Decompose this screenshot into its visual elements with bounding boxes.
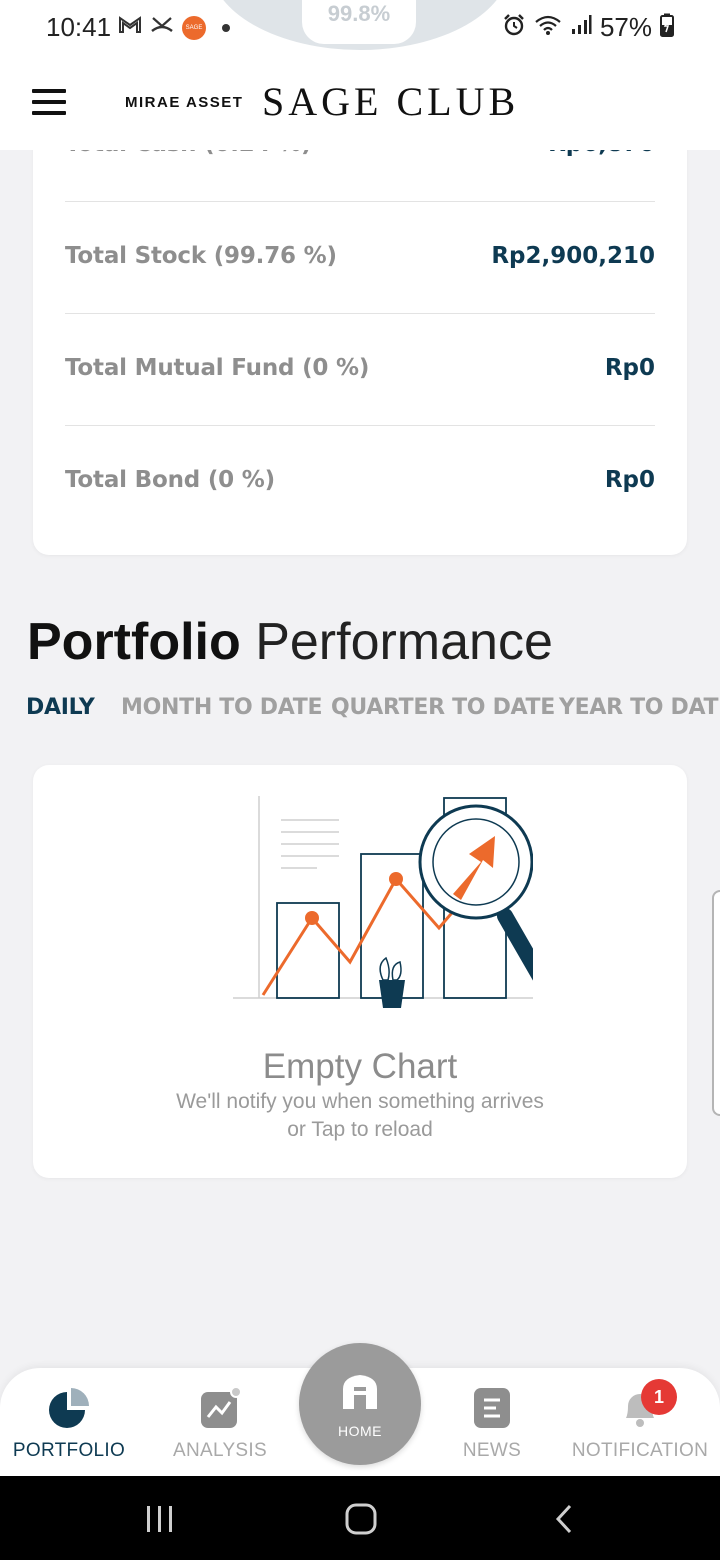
brand-subtitle: MIRAE ASSET	[125, 94, 244, 111]
empty-chart-card[interactable]: Empty Chart We'll notify you when someth…	[33, 765, 687, 1178]
system-home-button[interactable]	[310, 1476, 410, 1560]
status-notification-icons: SAGE	[118, 14, 230, 41]
system-home-icon	[345, 1503, 377, 1535]
back-icon	[555, 1504, 572, 1534]
pie-chart-icon	[47, 1386, 91, 1435]
status-system-icons: 57%	[502, 12, 674, 43]
hamburger-icon[interactable]	[32, 89, 66, 115]
system-navigation-bar	[0, 1476, 720, 1560]
nav-news[interactable]: NEWS	[440, 1368, 544, 1476]
trend-chart-icon	[198, 1386, 242, 1435]
nav-label: NEWS	[462, 1440, 522, 1461]
nav-analysis[interactable]: ANALYSIS	[160, 1368, 280, 1476]
back-button[interactable]	[513, 1476, 613, 1560]
empty-chart-illustration	[233, 796, 533, 1008]
totals-card: Total Cash (0.24 %) Rp6,870 Total Stock …	[33, 100, 687, 555]
period-tabs: DAILY MONTH TO DATE QUARTER TO DATE YEAR…	[26, 695, 720, 731]
gmail-icon	[118, 15, 142, 40]
total-row-bond: Total Bond (0 %) Rp0	[65, 426, 655, 538]
total-row-mutual-fund: Total Mutual Fund (0 %) Rp0	[65, 314, 655, 426]
nav-label: PORTFOLIO	[12, 1440, 126, 1461]
section-title-bold: Portfolio	[27, 613, 241, 671]
empty-chart-message: We'll notify you when something arrives	[176, 1090, 544, 1113]
total-value: Rp0	[604, 355, 655, 381]
total-value: Rp2,900,210	[491, 243, 655, 269]
wifi-icon	[534, 14, 562, 41]
reload-hint[interactable]: or Tap to reload	[33, 1118, 687, 1142]
missed-call-icon	[150, 14, 174, 41]
home-icon	[339, 1371, 381, 1418]
total-label: Total Stock (99.76 %)	[65, 243, 337, 269]
section-title-light: Performance	[255, 613, 553, 671]
recent-apps-button[interactable]	[110, 1476, 210, 1560]
home-button[interactable]: HOME	[299, 1343, 421, 1465]
sage-app-icon: SAGE	[182, 15, 206, 40]
status-overlay-text: 99.8%	[302, 0, 416, 44]
brand-logo: SAGE CLUB	[262, 79, 520, 124]
more-notifications-dot	[222, 23, 230, 32]
news-icon	[472, 1386, 512, 1435]
nav-label: NOTIFICATION	[571, 1440, 709, 1461]
nav-label: ANALYSIS	[173, 1440, 267, 1461]
total-row-stock: Total Stock (99.76 %) Rp2,900,210	[65, 202, 655, 314]
total-value: Rp0	[604, 467, 655, 493]
nav-portfolio[interactable]: PORTFOLIO	[0, 1368, 138, 1476]
status-time: 10:41	[46, 12, 112, 42]
section-title: Portfolio Performance	[27, 612, 553, 672]
tab-year-to-date[interactable]: YEAR TO DAT	[559, 695, 719, 720]
battery-percent: 57%	[599, 12, 652, 42]
recent-apps-icon	[147, 1506, 172, 1532]
notification-badge: 1	[641, 1379, 677, 1415]
alarm-icon	[502, 13, 526, 42]
signal-icon	[570, 14, 592, 41]
empty-chart-title: Empty Chart	[262, 1047, 458, 1086]
total-label: Total Bond (0 %)	[65, 467, 275, 493]
home-label: HOME	[338, 1423, 382, 1439]
tab-daily[interactable]: DAILY	[26, 695, 95, 720]
battery-icon	[660, 13, 674, 42]
tab-month-to-date[interactable]: MONTH TO DATE	[121, 695, 322, 720]
status-bar: 99.8% 10:41 SAGE 57%	[0, 0, 720, 56]
total-label: Total Mutual Fund (0 %)	[65, 355, 370, 381]
app-header: MIRAE ASSET SAGE CLUB	[0, 56, 720, 150]
tab-quarter-to-date[interactable]: QUARTER TO DATE	[331, 695, 555, 720]
nav-notification[interactable]: NOTIFICATION	[566, 1368, 714, 1476]
edge-panel-handle[interactable]	[712, 890, 720, 1116]
